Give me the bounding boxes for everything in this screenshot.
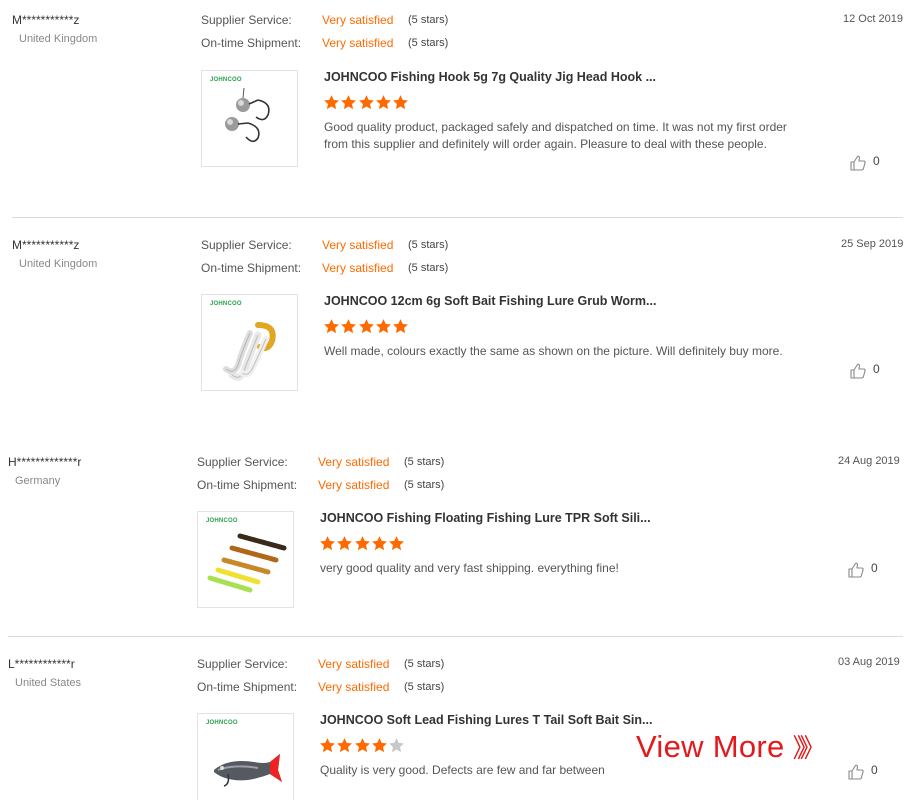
product-title-link[interactable]: JOHNCOO 12cm 6g Soft Bait Fishing Lure G… xyxy=(324,294,656,308)
buyer-name: H*************r xyxy=(8,455,82,469)
like-count: 0 xyxy=(871,763,878,777)
star-filled-icon xyxy=(371,536,387,551)
review-stars xyxy=(319,535,405,553)
thumbs-up-icon xyxy=(849,154,867,175)
star-filled-icon xyxy=(354,738,370,753)
star-filled-icon xyxy=(393,319,409,334)
star-filled-icon xyxy=(389,536,405,551)
ontime-shipment-label: On-time Shipment: xyxy=(197,478,298,492)
thumbs-up-icon xyxy=(847,763,865,784)
buyer-country: United Kingdom xyxy=(19,258,98,270)
supplier-service-value: Very satisfied xyxy=(322,13,394,27)
star-filled-icon xyxy=(375,319,391,334)
product-thumbnail[interactable]: JOHNCOO xyxy=(197,511,294,608)
review-date: 03 Aug 2019 xyxy=(838,656,900,668)
product-thumbnail[interactable]: JOHNCOO xyxy=(201,70,298,167)
supplier-service-label: Supplier Service: xyxy=(197,657,288,671)
like-count: 0 xyxy=(871,561,878,575)
star-filled-icon xyxy=(358,319,374,334)
star-filled-icon xyxy=(393,95,409,110)
star-filled-icon xyxy=(375,95,391,110)
product-thumbnail[interactable]: JOHNCOO xyxy=(201,294,298,391)
supplier-service-label: Supplier Service: xyxy=(201,13,292,27)
double-chevron-right-icon: 》》 xyxy=(792,733,826,763)
ontime-shipment-value: Very satisfied xyxy=(322,36,394,50)
review-item: M***********z United Kingdom Supplier Se… xyxy=(0,0,920,218)
ontime-shipment-stars-text: (5 stars) xyxy=(408,37,449,49)
review-item: H*************r Germany Supplier Service… xyxy=(0,442,920,637)
t-tail-soft-bait-image xyxy=(214,754,282,787)
like-count: 0 xyxy=(873,362,880,376)
review-date: 12 Oct 2019 xyxy=(843,13,903,25)
buyer-name: L************r xyxy=(8,657,75,671)
ontime-shipment-label: On-time Shipment: xyxy=(201,261,302,275)
buyer-name: M***********z xyxy=(12,13,80,27)
supplier-service-stars-text: (5 stars) xyxy=(404,658,445,670)
review-text: very good quality and very fast shipping… xyxy=(320,561,619,575)
buyer-country: Germany xyxy=(15,475,61,487)
star-filled-icon xyxy=(371,738,387,753)
star-filled-icon xyxy=(320,738,335,753)
review-divider xyxy=(8,636,903,637)
star-filled-icon xyxy=(341,319,357,334)
product-title-link[interactable]: JOHNCOO Soft Lead Fishing Lures T Tail S… xyxy=(320,713,652,727)
ontime-shipment-label: On-time Shipment: xyxy=(197,680,298,694)
supplier-service-value: Very satisfied xyxy=(322,238,394,252)
supplier-service-stars-text: (5 stars) xyxy=(408,239,449,251)
buyer-country: United States xyxy=(15,677,82,689)
review-divider xyxy=(12,217,903,218)
review-item: M***********z United Kingdom Supplier Se… xyxy=(0,225,920,425)
star-filled-icon xyxy=(358,95,374,110)
grub-worms-image xyxy=(223,322,276,381)
product-title-link[interactable]: JOHNCOO Fishing Hook 5g 7g Quality Jig H… xyxy=(324,70,656,84)
review-stars xyxy=(319,737,405,755)
view-more-button[interactable]: View More 》》 xyxy=(636,728,826,765)
star-filled-icon xyxy=(337,536,353,551)
review-text: Well made, colours exactly the same as s… xyxy=(324,344,783,358)
product-thumbnail[interactable]: JOHNCOO xyxy=(197,713,294,800)
floating-soft-lures-image xyxy=(207,533,287,593)
thumbs-up-icon xyxy=(849,362,867,383)
review-stars xyxy=(323,94,409,112)
review-stars xyxy=(323,318,409,336)
like-count: 0 xyxy=(873,154,880,168)
star-filled-icon xyxy=(354,536,370,551)
supplier-service-value: Very satisfied xyxy=(318,455,390,469)
star-filled-icon xyxy=(337,738,353,753)
supplier-service-stars-text: (5 stars) xyxy=(408,14,449,26)
thumbs-up-icon xyxy=(847,561,865,582)
ontime-shipment-value: Very satisfied xyxy=(318,680,390,694)
ontime-shipment-label: On-time Shipment: xyxy=(201,36,302,50)
star-filled-icon xyxy=(324,95,339,110)
star-filled-icon xyxy=(324,319,339,334)
ontime-shipment-value: Very satisfied xyxy=(318,478,390,492)
star-filled-icon xyxy=(320,536,335,551)
buyer-country: United Kingdom xyxy=(19,33,98,45)
product-title-link[interactable]: JOHNCOO Fishing Floating Fishing Lure TP… xyxy=(320,511,651,525)
view-more-label: View More xyxy=(636,729,785,764)
supplier-service-value: Very satisfied xyxy=(318,657,390,671)
review-date: 25 Sep 2019 xyxy=(841,238,904,250)
review-text: Good quality product, packaged safely an… xyxy=(324,120,787,151)
star-empty-icon xyxy=(389,738,405,753)
review-date: 24 Aug 2019 xyxy=(838,455,900,467)
jig-head-hooks-image xyxy=(225,87,270,143)
supplier-service-label: Supplier Service: xyxy=(201,238,292,252)
star-filled-icon xyxy=(341,95,357,110)
ontime-shipment-value: Very satisfied xyxy=(322,261,394,275)
review-item: L************r United States Supplier Se… xyxy=(0,644,920,800)
ontime-shipment-stars-text: (5 stars) xyxy=(404,681,445,693)
ontime-shipment-stars-text: (5 stars) xyxy=(408,262,449,274)
ontime-shipment-stars-text: (5 stars) xyxy=(404,479,445,491)
supplier-service-label: Supplier Service: xyxy=(197,455,288,469)
supplier-service-stars-text: (5 stars) xyxy=(404,456,445,468)
buyer-name: M***********z xyxy=(12,238,80,252)
